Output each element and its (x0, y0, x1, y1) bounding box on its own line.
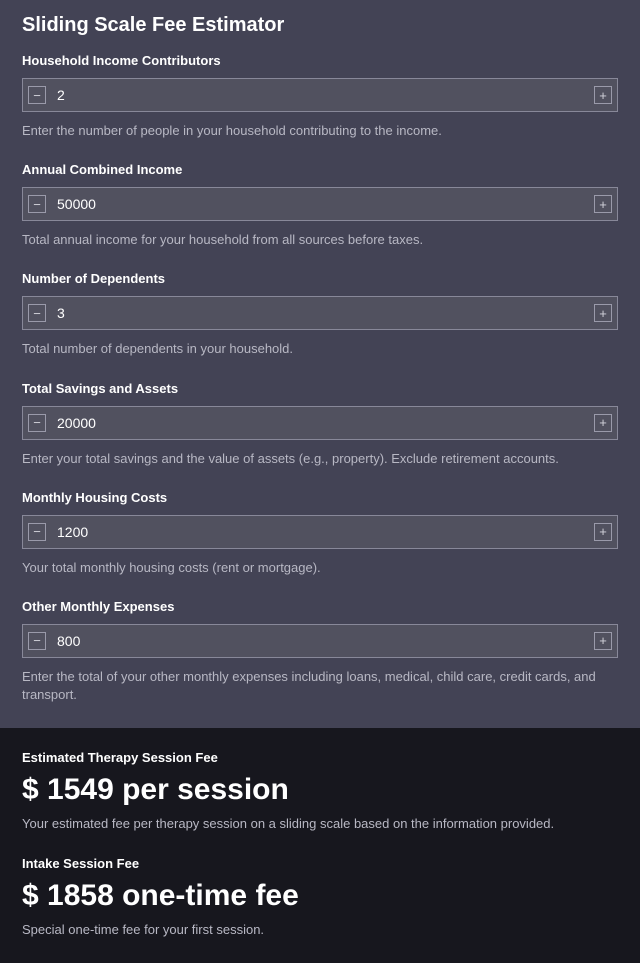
plus-icon: + (594, 195, 612, 213)
field-help: Total number of dependents in your house… (22, 340, 618, 358)
decrement-button[interactable]: − (23, 297, 51, 329)
result-help: Special one-time fee for your first sess… (22, 921, 618, 939)
dependents-stepper[interactable]: − 3 + (22, 296, 618, 330)
decrement-button[interactable]: − (23, 79, 51, 111)
stepper-value[interactable]: 800 (51, 625, 589, 657)
decrement-button[interactable]: − (23, 407, 51, 439)
field-label: Total Savings and Assets (22, 381, 618, 396)
result-label: Intake Session Fee (22, 856, 618, 871)
increment-button[interactable]: + (589, 297, 617, 329)
field-dependents: Number of Dependents − 3 + Total number … (22, 271, 618, 358)
stepper-value[interactable]: 1200 (51, 516, 589, 548)
plus-icon: + (594, 632, 612, 650)
minus-icon: − (28, 414, 46, 432)
increment-button[interactable]: + (589, 79, 617, 111)
field-help: Enter your total savings and the value o… (22, 450, 618, 468)
increment-button[interactable]: + (589, 625, 617, 657)
field-housing: Monthly Housing Costs − 1200 + Your tota… (22, 490, 618, 577)
field-contributors: Household Income Contributors − 2 + Ente… (22, 53, 618, 140)
plus-icon: + (594, 414, 612, 432)
field-help: Total annual income for your household f… (22, 231, 618, 249)
result-help: Your estimated fee per therapy session o… (22, 815, 618, 833)
result-value: $ 1549 per session (22, 773, 618, 807)
stepper-value[interactable]: 20000 (51, 407, 589, 439)
plus-icon: + (594, 86, 612, 104)
other-expenses-stepper[interactable]: − 800 + (22, 624, 618, 658)
field-help: Your total monthly housing costs (rent o… (22, 559, 618, 577)
stepper-value[interactable]: 50000 (51, 188, 589, 220)
plus-icon: + (594, 523, 612, 541)
field-other-expenses: Other Monthly Expenses − 800 + Enter the… (22, 599, 618, 704)
field-label: Monthly Housing Costs (22, 490, 618, 505)
result-label: Estimated Therapy Session Fee (22, 750, 618, 765)
minus-icon: − (28, 195, 46, 213)
income-stepper[interactable]: − 50000 + (22, 187, 618, 221)
stepper-value[interactable]: 2 (51, 79, 589, 111)
field-income: Annual Combined Income − 50000 + Total a… (22, 162, 618, 249)
savings-stepper[interactable]: − 20000 + (22, 406, 618, 440)
minus-icon: − (28, 632, 46, 650)
field-label: Annual Combined Income (22, 162, 618, 177)
result-value: $ 1858 one-time fee (22, 879, 618, 913)
increment-button[interactable]: + (589, 407, 617, 439)
housing-stepper[interactable]: − 1200 + (22, 515, 618, 549)
decrement-button[interactable]: − (23, 625, 51, 657)
field-savings: Total Savings and Assets − 20000 + Enter… (22, 381, 618, 468)
increment-button[interactable]: + (589, 188, 617, 220)
field-label: Household Income Contributors (22, 53, 618, 68)
result-intake-fee: Intake Session Fee $ 1858 one-time fee S… (22, 856, 618, 939)
decrement-button[interactable]: − (23, 188, 51, 220)
decrement-button[interactable]: − (23, 516, 51, 548)
contributors-stepper[interactable]: − 2 + (22, 78, 618, 112)
minus-icon: − (28, 304, 46, 322)
field-label: Number of Dependents (22, 271, 618, 286)
page-title: Sliding Scale Fee Estimator (22, 14, 618, 37)
field-label: Other Monthly Expenses (22, 599, 618, 614)
increment-button[interactable]: + (589, 516, 617, 548)
field-help: Enter the total of your other monthly ex… (22, 668, 618, 704)
result-session-fee: Estimated Therapy Session Fee $ 1549 per… (22, 750, 618, 833)
field-help: Enter the number of people in your house… (22, 122, 618, 140)
stepper-value[interactable]: 3 (51, 297, 589, 329)
plus-icon: + (594, 304, 612, 322)
minus-icon: − (28, 523, 46, 541)
minus-icon: − (28, 86, 46, 104)
